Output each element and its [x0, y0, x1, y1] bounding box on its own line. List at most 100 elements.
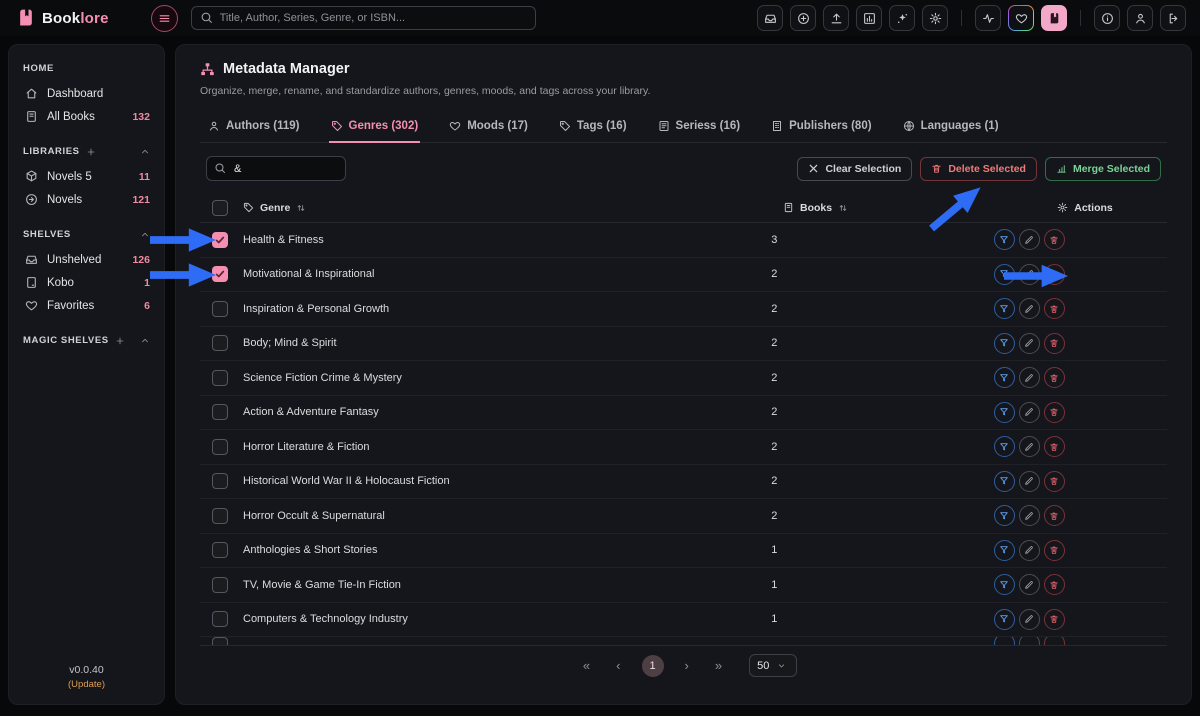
tab-authors[interactable]: Authors (119)	[206, 114, 302, 143]
row-merge-button[interactable]	[994, 367, 1015, 388]
sidebar-item-kobo[interactable]: Kobo 1	[21, 271, 152, 294]
upload-button[interactable]	[823, 5, 849, 31]
row-delete-button[interactable]	[1044, 574, 1065, 595]
delete-selected-button[interactable]: Delete Selected	[920, 157, 1037, 181]
row-edit-button[interactable]	[1019, 637, 1040, 645]
row-checkbox[interactable]	[212, 439, 228, 455]
page-last-button[interactable]: »	[702, 658, 735, 673]
tab-languages[interactable]: Languages (1)	[901, 114, 1001, 143]
sidebar-item-unshelved[interactable]: Unshelved 126	[21, 248, 152, 271]
logout-button[interactable]	[1160, 5, 1186, 31]
row-merge-button[interactable]	[994, 505, 1015, 526]
account-button[interactable]	[1127, 5, 1153, 31]
magic-button[interactable]	[889, 5, 915, 31]
genre-column-header[interactable]: Genre	[243, 202, 783, 214]
row-checkbox[interactable]	[212, 577, 228, 593]
row-edit-button[interactable]	[1019, 402, 1040, 423]
row-edit-button[interactable]	[1019, 264, 1040, 285]
row-edit-button[interactable]	[1019, 367, 1040, 388]
page-size-select[interactable]: 50	[749, 654, 797, 677]
clear-selection-button[interactable]: Clear Selection	[797, 157, 912, 181]
row-delete-button[interactable]	[1044, 540, 1065, 561]
row-merge-button[interactable]	[994, 609, 1015, 630]
row-delete-button[interactable]	[1044, 333, 1065, 354]
sidebar-item-dashboard[interactable]: Dashboard	[21, 82, 152, 105]
row-merge-button[interactable]	[994, 298, 1015, 319]
row-edit-button[interactable]	[1019, 333, 1040, 354]
row-edit-button[interactable]	[1019, 505, 1040, 526]
row-delete-button[interactable]	[1044, 229, 1065, 250]
row-merge-button[interactable]	[994, 637, 1015, 645]
tab-seriess[interactable]: Seriess (16)	[656, 114, 743, 143]
stats-button[interactable]	[856, 5, 882, 31]
row-checkbox[interactable]	[212, 542, 228, 558]
global-search-input[interactable]	[191, 6, 536, 30]
row-delete-button[interactable]	[1044, 264, 1065, 285]
row-merge-button[interactable]	[994, 574, 1015, 595]
sidebar-item-novels[interactable]: Novels 121	[21, 188, 152, 211]
row-checkbox[interactable]	[212, 473, 228, 489]
chevron-up-icon[interactable]	[140, 336, 150, 346]
sort-icon[interactable]	[296, 203, 306, 213]
row-edit-button[interactable]	[1019, 298, 1040, 319]
row-delete-button[interactable]	[1044, 402, 1065, 423]
row-checkbox[interactable]	[212, 637, 228, 645]
app-logo[interactable]: Booklore	[16, 8, 109, 28]
row-edit-button[interactable]	[1019, 229, 1040, 250]
add-button[interactable]	[790, 5, 816, 31]
genre-filter-input[interactable]	[206, 156, 346, 181]
row-edit-button[interactable]	[1019, 436, 1040, 457]
page-prev-button[interactable]: ‹	[603, 658, 633, 673]
row-merge-button[interactable]	[994, 229, 1015, 250]
row-checkbox[interactable]	[212, 301, 228, 317]
row-delete-button[interactable]	[1044, 637, 1065, 645]
sort-icon[interactable]	[838, 203, 848, 213]
tab-publishers[interactable]: Publishers (80)	[769, 114, 873, 143]
row-delete-button[interactable]	[1044, 367, 1065, 388]
settings-button[interactable]	[922, 5, 948, 31]
row-delete-button[interactable]	[1044, 505, 1065, 526]
favorites-button[interactable]	[1008, 5, 1034, 31]
row-merge-button[interactable]	[994, 264, 1015, 285]
chevron-up-icon[interactable]	[140, 230, 150, 240]
row-checkbox[interactable]	[212, 335, 228, 351]
activity-button[interactable]	[975, 5, 1001, 31]
row-checkbox[interactable]	[212, 611, 228, 627]
tab-moods[interactable]: Moods (17)	[447, 114, 530, 143]
library-button[interactable]	[1041, 5, 1067, 31]
merge-selected-button[interactable]: Merge Selected	[1045, 157, 1161, 181]
row-checkbox[interactable]	[212, 508, 228, 524]
row-edit-button[interactable]	[1019, 574, 1040, 595]
add-magic-shelf-icon[interactable]	[115, 336, 125, 346]
chevron-up-icon[interactable]	[140, 147, 150, 157]
sidebar-item-novels-5[interactable]: Novels 5 11	[21, 165, 152, 188]
update-link[interactable]: (Update)	[9, 679, 164, 690]
row-edit-button[interactable]	[1019, 471, 1040, 492]
row-merge-button[interactable]	[994, 333, 1015, 354]
page-number-button[interactable]: 1	[642, 655, 664, 677]
add-library-icon[interactable]	[86, 147, 96, 157]
inbox-button[interactable]	[757, 5, 783, 31]
row-edit-button[interactable]	[1019, 540, 1040, 561]
info-button[interactable]	[1094, 5, 1120, 31]
books-column-header[interactable]: Books	[783, 202, 983, 214]
tab-genres[interactable]: Genres (302)	[329, 114, 421, 143]
select-all-checkbox[interactable]	[212, 200, 228, 216]
sidebar-toggle-button[interactable]	[151, 5, 178, 32]
page-first-button[interactable]: «	[570, 658, 603, 673]
tab-tags[interactable]: Tags (16)	[557, 114, 629, 143]
row-delete-button[interactable]	[1044, 471, 1065, 492]
row-checkbox[interactable]	[212, 232, 228, 248]
row-delete-button[interactable]	[1044, 609, 1065, 630]
row-merge-button[interactable]	[994, 436, 1015, 457]
row-merge-button[interactable]	[994, 402, 1015, 423]
row-checkbox[interactable]	[212, 370, 228, 386]
page-next-button[interactable]: ›	[672, 658, 702, 673]
row-merge-button[interactable]	[994, 540, 1015, 561]
sidebar-item-all-books[interactable]: All Books 132	[21, 105, 152, 128]
row-checkbox[interactable]	[212, 266, 228, 282]
row-delete-button[interactable]	[1044, 436, 1065, 457]
sidebar-item-favorites[interactable]: Favorites 6	[21, 294, 152, 317]
row-edit-button[interactable]	[1019, 609, 1040, 630]
row-merge-button[interactable]	[994, 471, 1015, 492]
